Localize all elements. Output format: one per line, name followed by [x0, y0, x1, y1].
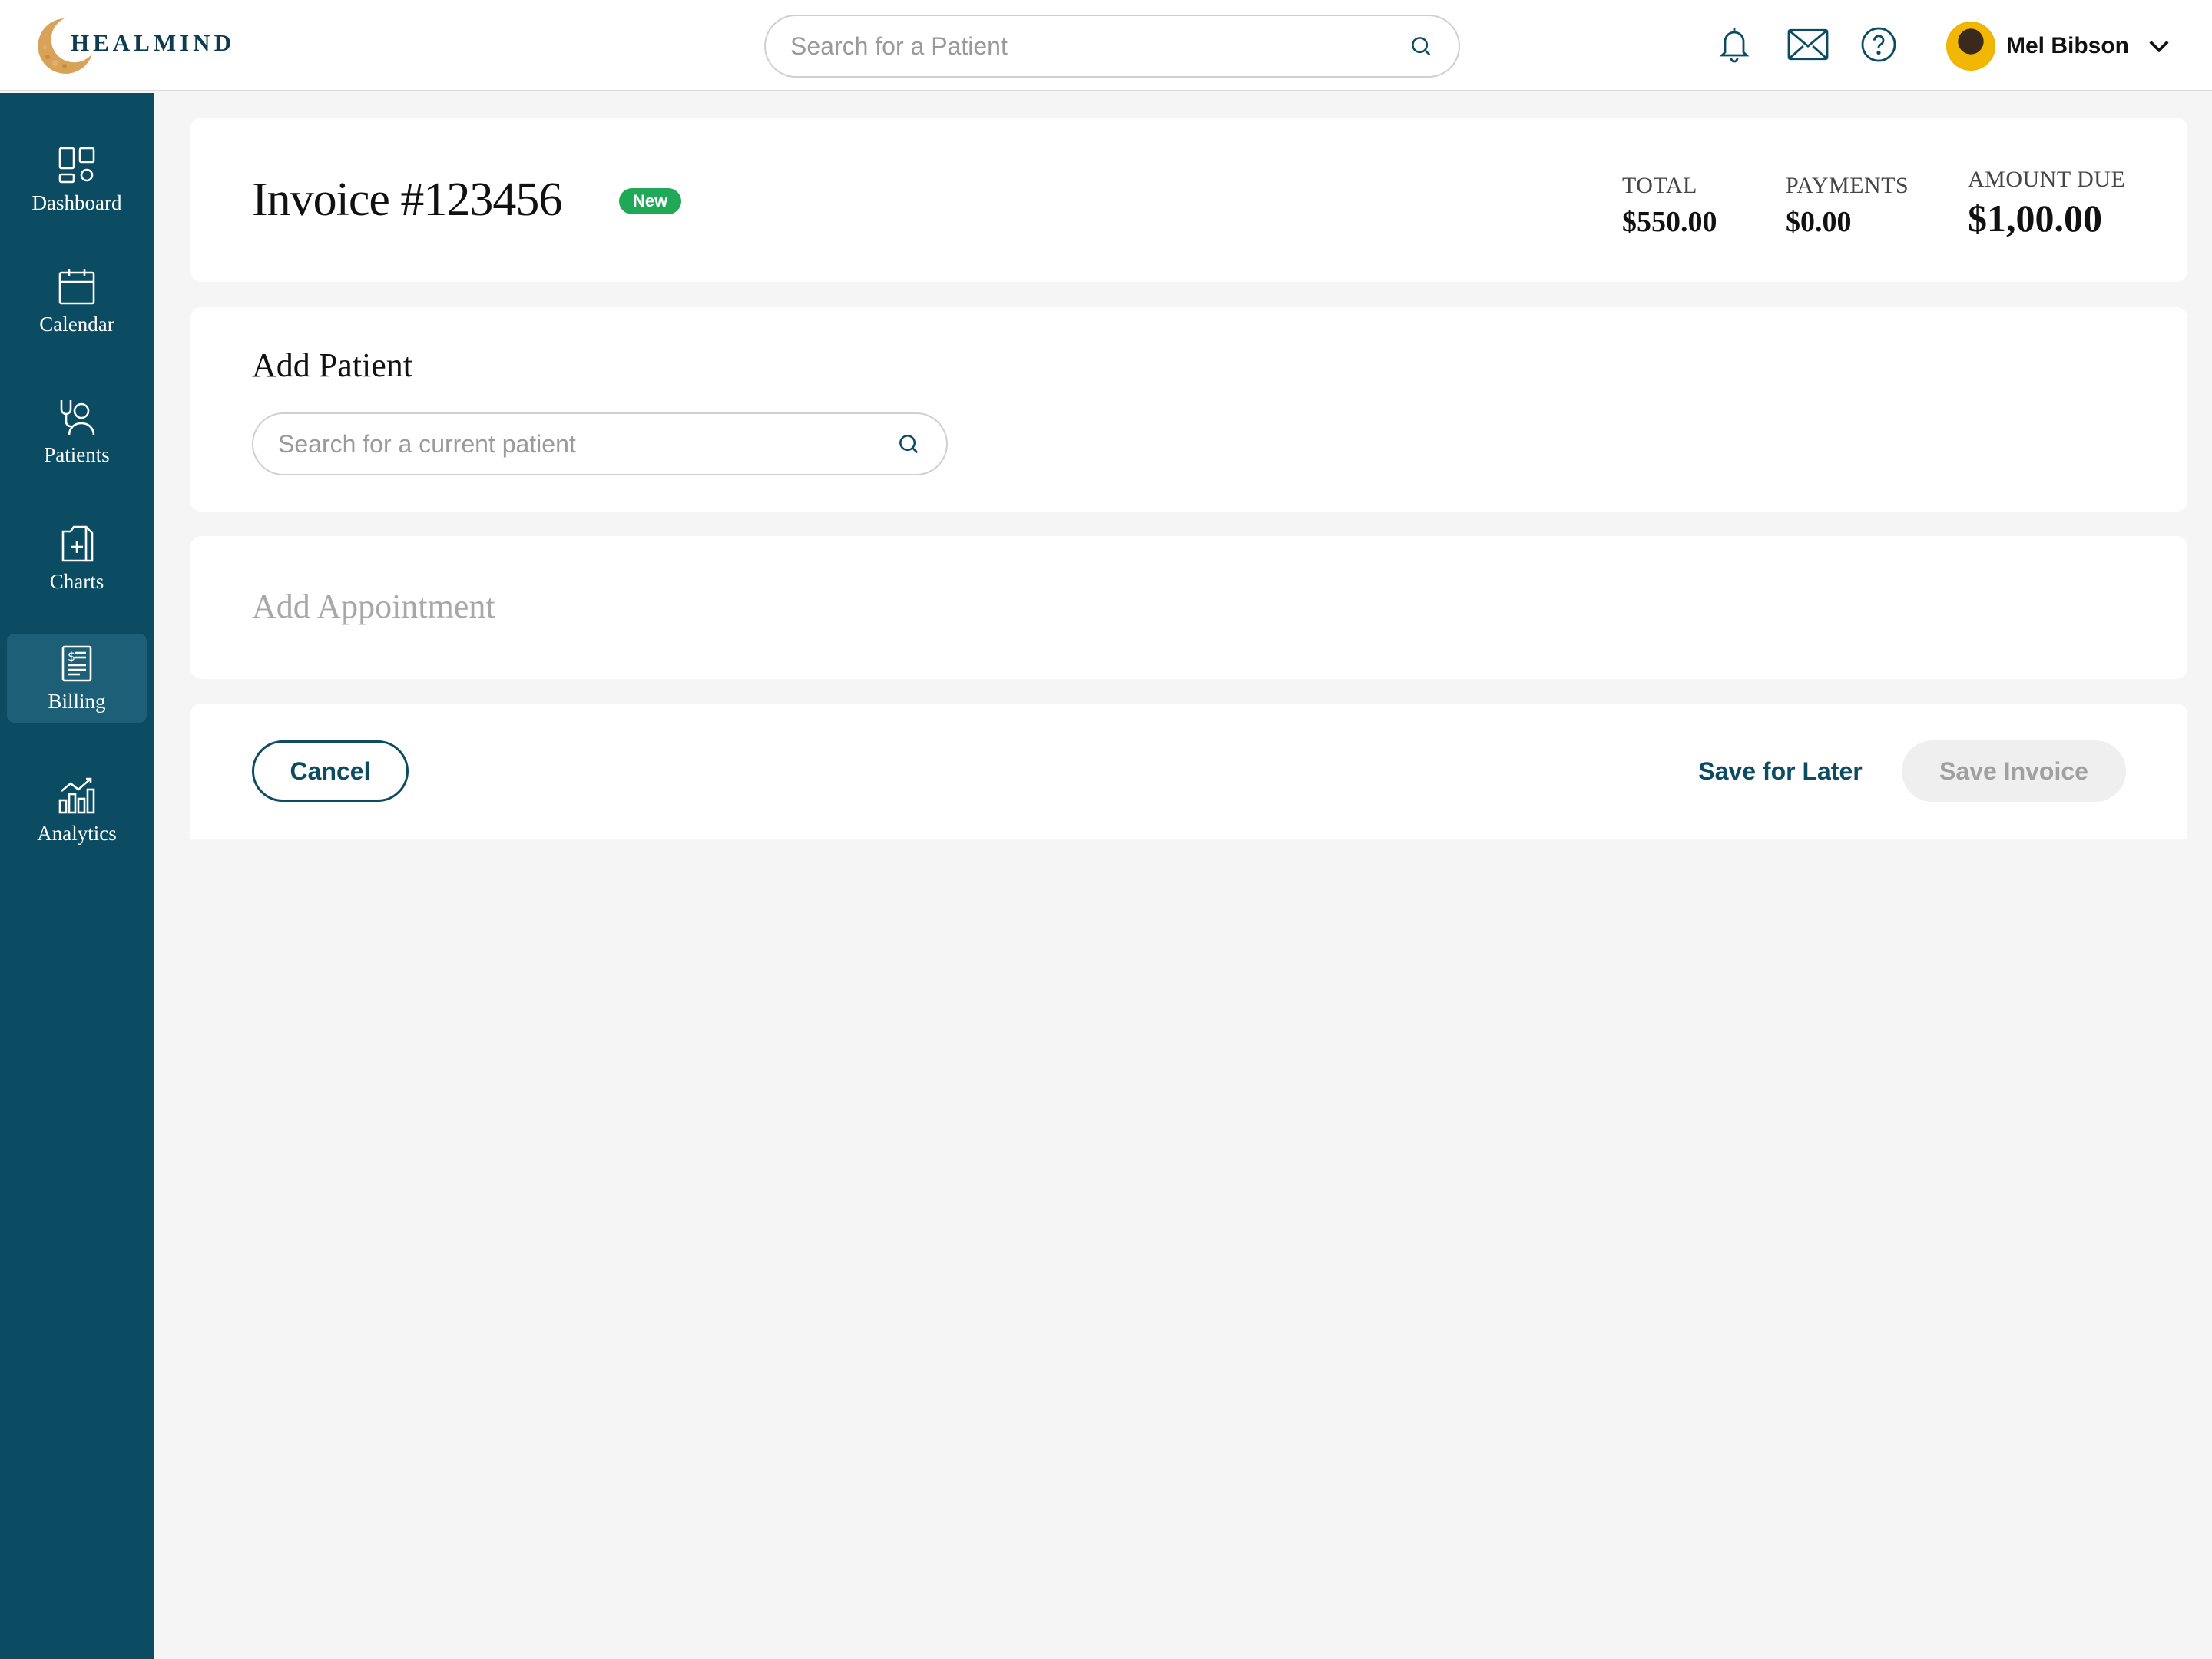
patient-search-input[interactable]	[790, 31, 1408, 61]
bell-icon	[1719, 28, 1750, 63]
payments-value: $0.00	[1786, 206, 1852, 238]
svg-text:$: $	[68, 649, 75, 664]
billing-icon: $	[61, 645, 92, 681]
save-invoice-button[interactable]: Save Invoice	[1902, 740, 2126, 802]
charts-icon	[61, 525, 94, 561]
logo[interactable]: HEALMIND	[31, 14, 231, 78]
invoice-header-card: Invoice #123456 New TOTAL $550.00 PAYMEN…	[190, 118, 2187, 282]
amount-due-stat: AMOUNT DUE $1,00.00	[1968, 167, 2125, 240]
sidebar-item-analytics[interactable]: Analytics	[7, 766, 147, 855]
chevron-down-icon[interactable]	[2147, 38, 2171, 54]
patients-icon	[60, 399, 95, 435]
sidebar-item-calendar[interactable]: Calendar	[7, 257, 147, 346]
add-patient-card: Add Patient	[190, 307, 2187, 512]
sidebar-item-charts[interactable]: Charts	[7, 514, 147, 603]
total-stat: TOTAL $550.00	[1622, 173, 1717, 239]
avatar[interactable]	[1946, 22, 1995, 71]
sidebar-item-label: Calendar	[39, 312, 114, 336]
user-menu[interactable]: Mel Bibson	[1946, 20, 2171, 72]
patient-search-bar[interactable]	[764, 15, 1460, 78]
dashboard-icon	[58, 147, 95, 183]
search-icon[interactable]	[896, 431, 922, 457]
current-patient-search-input[interactable]	[278, 429, 896, 459]
cancel-button[interactable]: Cancel	[252, 740, 409, 802]
current-patient-search[interactable]	[252, 412, 948, 475]
sidebar-item-label: Dashboard	[31, 190, 122, 214]
payments-stat: PAYMENTS $0.00	[1786, 173, 1909, 239]
sidebar-item-patients[interactable]: Patients	[7, 387, 147, 476]
amount-due-value: $1,00.00	[1968, 197, 2102, 240]
analytics-icon	[58, 777, 95, 813]
search-icon[interactable]	[1408, 33, 1434, 59]
sidebar-item-label: Analytics	[37, 821, 117, 845]
calendar-icon	[58, 268, 95, 304]
help-button[interactable]	[1857, 23, 1900, 66]
help-icon	[1861, 27, 1896, 62]
top-bar: HEALMIND Mel Bibson	[0, 0, 2212, 91]
user-name: Mel Bibson	[2006, 33, 2130, 58]
sidebar-item-label: Patients	[44, 442, 110, 466]
sidebar-item-label: Billing	[48, 689, 106, 713]
messages-button[interactable]	[1786, 23, 1830, 66]
notifications-button[interactable]	[1713, 23, 1756, 66]
status-badge: New	[619, 188, 682, 214]
invoice-title: Invoice #123456	[252, 174, 562, 226]
save-for-later-button[interactable]: Save for Later	[1650, 740, 1911, 802]
sidebar-item-label: Charts	[49, 569, 104, 593]
add-appointment-title: Add Appointment	[252, 588, 495, 625]
total-label: TOTAL	[1622, 173, 1697, 198]
add-appointment-card: Add Appointment	[190, 536, 2187, 679]
sidebar-item-dashboard[interactable]: Dashboard	[7, 135, 147, 224]
add-patient-title: Add Patient	[252, 346, 412, 384]
sidebar: Dashboard Calendar Patients Charts $ Bil…	[0, 93, 154, 1659]
sidebar-item-billing[interactable]: $ Billing	[7, 634, 147, 723]
actions-card: Cancel Save for Later Save Invoice	[190, 704, 2187, 839]
logo-text: HEALMIND	[71, 29, 235, 56]
total-value: $550.00	[1622, 206, 1717, 238]
amount-due-label: AMOUNT DUE	[1968, 167, 2126, 192]
payments-label: PAYMENTS	[1786, 173, 1909, 198]
mail-icon	[1787, 28, 1829, 61]
